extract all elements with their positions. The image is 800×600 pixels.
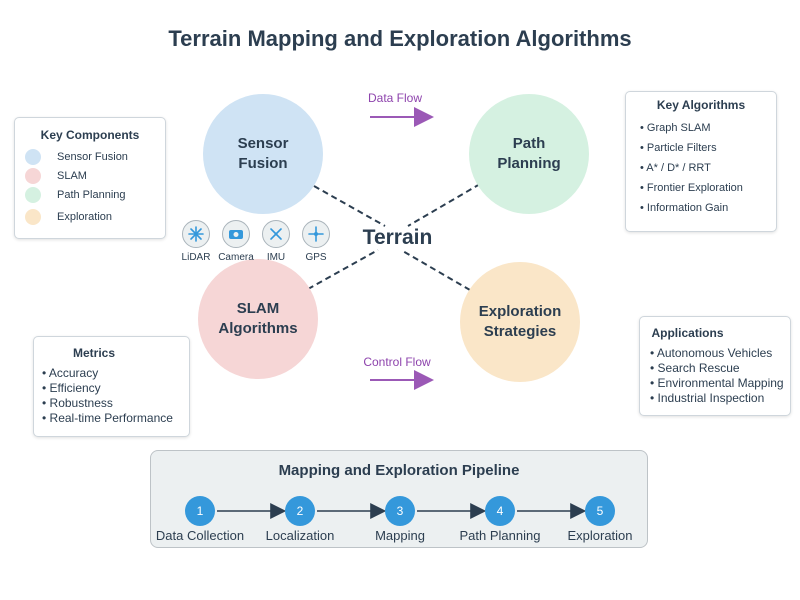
metric-item: • Robustness xyxy=(42,396,113,410)
pipeline-step-label: Exploration xyxy=(567,528,633,543)
legend-swatch xyxy=(25,187,41,203)
node-label-line2: Fusion xyxy=(238,155,288,172)
key-algorithms-box: Key Algorithms • Graph SLAM • Particle F… xyxy=(625,91,777,232)
key-algorithms-title: Key Algorithms xyxy=(656,98,746,112)
node-slam: SLAM Algorithms xyxy=(198,259,318,379)
legend-label: SLAM xyxy=(57,170,87,182)
gps-icon xyxy=(302,220,330,248)
legend-swatch xyxy=(25,149,41,165)
pipeline-step-number: 2 xyxy=(285,496,315,526)
legend-swatch xyxy=(25,209,41,225)
imu-icon xyxy=(262,220,290,248)
applications-title: Applications xyxy=(651,326,724,340)
node-label-line1: Sensor xyxy=(237,135,289,152)
metric-item: • Efficiency xyxy=(42,381,101,395)
connector-exploration xyxy=(400,249,471,291)
algorithm-item: • Graph SLAM xyxy=(640,122,711,134)
legend-item: Exploration xyxy=(25,208,112,226)
key-components-title: Key Components xyxy=(40,128,140,142)
data-flow-label: Data Flow xyxy=(367,91,423,105)
algorithm-item: • A* / D* / RRT xyxy=(640,162,711,174)
pipeline-step-number: 5 xyxy=(585,496,615,526)
pipeline-step-number: 3 xyxy=(385,496,415,526)
key-components-box: Key Components Sensor Fusion SLAM Path P… xyxy=(14,117,166,239)
algorithm-item: • Frontier Exploration xyxy=(640,182,743,194)
legend-swatch xyxy=(25,168,41,184)
node-label-line2: Planning xyxy=(497,155,561,172)
metrics-title: Metrics xyxy=(72,346,116,360)
application-item: • Autonomous Vehicles xyxy=(650,346,773,360)
legend-label: Sensor Fusion xyxy=(57,151,128,163)
node-label-line1: Exploration xyxy=(478,303,562,320)
sensor-gps: GPS xyxy=(293,220,339,263)
center-label: Terrain xyxy=(362,226,433,249)
pipeline-step-number: 1 xyxy=(185,496,215,526)
legend-item: SLAM xyxy=(25,167,87,185)
application-item: • Environmental Mapping xyxy=(650,376,784,390)
application-item: • Industrial Inspection xyxy=(650,391,765,405)
legend-label: Exploration xyxy=(57,211,113,223)
algorithm-item: • Information Gain xyxy=(640,202,729,214)
node-sensor-fusion: Sensor Fusion xyxy=(203,94,323,214)
algorithm-item: • Particle Filters xyxy=(640,142,717,154)
legend-item: Sensor Fusion xyxy=(25,148,128,166)
application-item: • Search Rescue xyxy=(650,361,740,375)
node-label-line1: Path xyxy=(512,135,546,152)
metrics-box: Metrics • Accuracy • Efficiency • Robust… xyxy=(33,336,190,437)
node-label-line2: Algorithms xyxy=(218,320,298,337)
metric-item: • Accuracy xyxy=(42,366,99,380)
metric-item: • Real-time Performance xyxy=(42,411,173,425)
control-flow-label: Control Flow xyxy=(363,355,431,369)
node-label-line2: Strategies xyxy=(483,323,557,340)
legend-label: Path Planning xyxy=(57,189,126,201)
sensor-label: GPS xyxy=(305,252,327,263)
lidar-icon xyxy=(182,220,210,248)
connector-path-planning xyxy=(407,183,481,227)
node-label-line1: SLAM xyxy=(236,300,280,317)
pipeline-step-number: 4 xyxy=(485,496,515,526)
camera-icon xyxy=(222,220,250,248)
node-exploration: Exploration Strategies xyxy=(460,262,580,382)
applications-box: Applications • Autonomous Vehicles • Sea… xyxy=(639,316,791,416)
pipeline-panel: Mapping and Exploration Pipeline 1 2 3 4… xyxy=(150,450,648,548)
node-path-planning: Path Planning xyxy=(469,94,589,214)
legend-item: Path Planning xyxy=(25,186,126,204)
